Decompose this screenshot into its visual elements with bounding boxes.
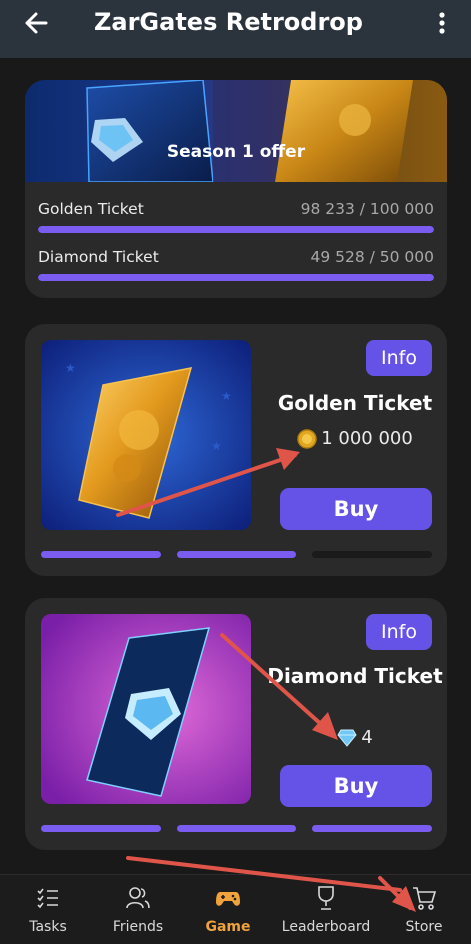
page-title: ZarGates Retrodrop [94, 8, 363, 36]
more-vertical-icon[interactable] [432, 8, 452, 38]
leaderboard-icon [318, 886, 334, 910]
pager-segment[interactable] [41, 825, 161, 832]
nav-item-friends[interactable]: Friends [108, 875, 168, 944]
buy-button[interactable]: Buy [280, 765, 432, 807]
svg-text:★: ★ [211, 439, 222, 453]
banner-title: Season 1 offer [166, 142, 306, 162]
nav-item-game[interactable]: Game [198, 875, 258, 944]
arrow-left-icon[interactable] [22, 8, 52, 38]
cart-icon [413, 887, 437, 910]
carousel-pager [41, 825, 433, 833]
tasks-icon [37, 888, 58, 909]
nav-label: Game [205, 919, 251, 935]
price-row: 1 000 000 [265, 428, 445, 449]
diamond-icon [337, 729, 357, 747]
product-name: Diamond Ticket [267, 664, 443, 688]
bottom-navigation: Tasks Friends Game Leaderboard Store [0, 874, 471, 944]
price-row: 4 [265, 727, 445, 748]
coin-icon [297, 428, 317, 449]
pager-segment[interactable] [176, 825, 297, 832]
season-banner[interactable]: Season 1 offer [25, 80, 447, 182]
friends-icon [126, 887, 150, 909]
nav-label: Friends [112, 919, 164, 935]
banner-tickets-image [86, 80, 413, 182]
diamond-ticket-image [41, 614, 251, 804]
product-name: Golden Ticket [277, 391, 433, 415]
progress-count: 98 233 / 100 000 [300, 200, 434, 218]
golden-ticket-image: ★ ★ ★ [41, 340, 251, 530]
price-value: 1 000 000 [321, 428, 413, 449]
pager-segment[interactable] [312, 825, 433, 832]
progress-fill [38, 274, 434, 281]
progress-track [38, 226, 434, 233]
season-offer-card: Season 1 offer Golden Ticket 98 233 / 10… [25, 80, 447, 298]
diamond-ticket-card: Info Diamond Ticket 4 Buy [25, 598, 447, 850]
progress-count: 49 528 / 50 000 [310, 248, 434, 266]
info-button[interactable]: Info [366, 614, 432, 650]
pager-segment[interactable] [176, 551, 297, 558]
gamepad-icon [216, 892, 240, 906]
pager-segment[interactable] [312, 551, 433, 558]
svg-text:★: ★ [221, 389, 232, 403]
nav-label: Leaderboard [281, 919, 371, 935]
progress-label: Diamond Ticket [38, 248, 159, 266]
info-button[interactable]: Info [366, 340, 432, 376]
svg-text:★: ★ [65, 361, 76, 375]
progress-fill [38, 226, 434, 233]
nav-item-store[interactable]: Store [396, 875, 452, 944]
nav-item-tasks[interactable]: Tasks [18, 875, 78, 944]
progress-track [38, 274, 434, 281]
golden-ticket-card: ★ ★ ★ Info Golden Ticket 1 000 000 Buy [25, 324, 447, 576]
nav-item-leaderboard[interactable]: Leaderboard [276, 875, 376, 944]
nav-label: Store [405, 919, 443, 935]
nav-label: Tasks [29, 919, 67, 935]
progress-label: Golden Ticket [38, 200, 144, 218]
pager-segment[interactable] [41, 551, 161, 558]
carousel-pager [41, 551, 433, 559]
price-value: 4 [361, 727, 373, 748]
buy-button[interactable]: Buy [280, 488, 432, 530]
top-app-bar: ZarGates Retrodrop [0, 0, 471, 58]
